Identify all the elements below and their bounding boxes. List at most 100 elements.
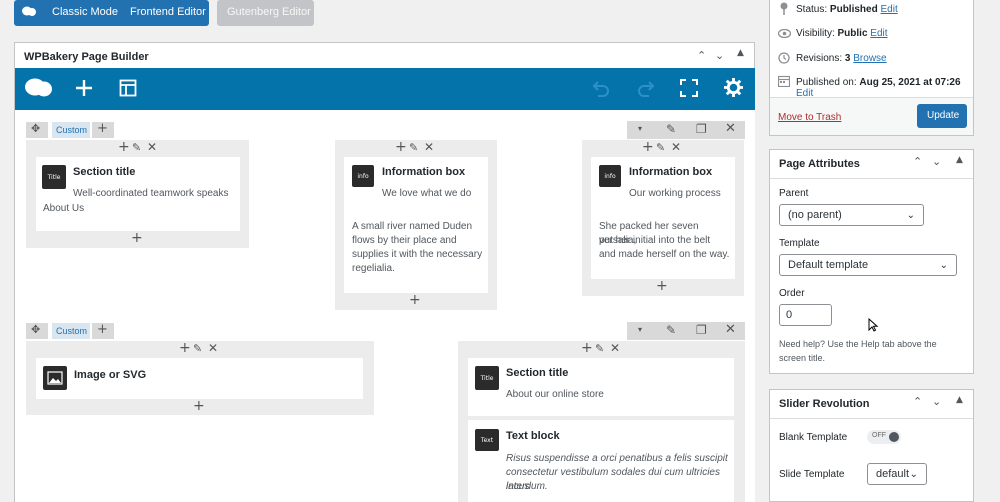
undo-icon[interactable] — [592, 80, 610, 100]
move-down-icon[interactable]: ⌄ — [715, 49, 724, 62]
templates-icon[interactable] — [119, 79, 137, 100]
element-text-line: About Us — [43, 203, 85, 214]
edit-column-pencil-icon[interactable]: ✎ — [132, 142, 141, 153]
element-information-box[interactable]: info Information box We love what we do … — [344, 157, 488, 293]
row-move-handle[interactable]: ✥ — [26, 323, 48, 339]
blank-template-label: Blank Template — [779, 432, 848, 443]
custom-label: Custom — [56, 326, 88, 336]
delete-column-close-icon[interactable]: ✕ — [147, 141, 157, 153]
element-text-line: flows by their place and — [352, 235, 457, 246]
calendar-icon — [777, 75, 791, 90]
help-text: Need help? Use the Help tab above the — [779, 339, 937, 349]
add-element-plus-icon[interactable]: + — [395, 140, 407, 154]
row-move-handle[interactable]: ✥ — [26, 122, 48, 138]
row-collapse-button[interactable]: ▾ — [627, 121, 657, 139]
delete-column-close-icon[interactable]: ✕ — [208, 342, 218, 354]
status-label: Status: Published Edit — [796, 4, 898, 15]
update-button[interactable]: Update — [917, 104, 967, 128]
add-element-plus-icon[interactable]: + — [118, 140, 130, 154]
move-to-trash-link[interactable]: Move to Trash — [778, 112, 841, 123]
add-column-button[interactable]: + — [92, 323, 114, 339]
element-information-box[interactable]: info Information box Our working process… — [591, 157, 735, 279]
info-box-icon: info — [599, 165, 621, 187]
row-delete-button[interactable]: ✕ — [716, 121, 745, 139]
blank-template-toggle[interactable]: OFF — [867, 430, 901, 444]
toggle-panel-icon[interactable]: ▲ — [956, 395, 963, 405]
element-section-title[interactable]: Title Section title About our online sto… — [468, 358, 734, 416]
add-element-plus-icon[interactable]: + — [179, 341, 191, 355]
element-text-block[interactable]: Text Text block Risus suspendisse a orci… — [468, 420, 734, 502]
element-subtitle: We love what we do — [382, 188, 472, 199]
slide-template-select[interactable]: default ⌄ — [867, 463, 927, 485]
toggle-panel-icon[interactable]: ▲ — [956, 155, 963, 165]
element-text-line: Risus suspendisse a orci penatibus a fel… — [506, 453, 728, 464]
frontend-editor-label[interactable]: Frontend Editor — [130, 6, 206, 18]
plus-icon: + — [97, 322, 108, 337]
row-layout-custom[interactable]: Custom — [52, 323, 90, 339]
wpbakery-logo-icon — [22, 6, 36, 16]
clone-icon: ❐ — [696, 323, 707, 337]
custom-label: Custom — [56, 125, 88, 135]
edit-column-pencil-icon[interactable]: ✎ — [595, 343, 604, 354]
element-subtitle: About our online store — [506, 389, 604, 400]
edit-column-pencil-icon[interactable]: ✎ — [409, 142, 418, 153]
revisions-browse-link[interactable]: Browse — [853, 53, 886, 64]
column: + ✎ ✕ Image or SVG + — [26, 341, 374, 415]
add-element-icon[interactable] — [75, 79, 93, 100]
delete-column-close-icon[interactable]: ✕ — [424, 141, 434, 153]
add-element-plus-icon[interactable]: + — [581, 341, 593, 355]
order-input[interactable] — [779, 304, 832, 326]
element-text-line: and made herself on the way. — [599, 249, 730, 260]
move-up-icon[interactable]: ⌃ — [913, 395, 922, 408]
settings-gear-icon[interactable] — [724, 78, 743, 100]
move-up-icon[interactable]: ⌃ — [697, 49, 706, 62]
toggle-panel-icon[interactable]: ▲ — [737, 48, 744, 58]
edit-column-pencil-icon[interactable]: ✎ — [193, 343, 202, 354]
toggle-knob — [889, 432, 899, 442]
template-select[interactable]: Default template ⌄ — [779, 254, 957, 276]
element-title: Information box — [382, 166, 466, 178]
classic-mode-button[interactable]: Classic Mode Frontend Editor — [14, 0, 209, 26]
element-image-or-svg[interactable]: Image or SVG — [36, 358, 363, 399]
wpbakery-logo-icon[interactable] — [25, 77, 53, 102]
redo-icon[interactable] — [637, 80, 655, 100]
parent-label: Parent — [779, 188, 809, 199]
row-edit-button[interactable]: ✎ — [657, 322, 687, 340]
move-down-icon[interactable]: ⌄ — [932, 395, 941, 408]
order-label: Order — [779, 288, 805, 299]
row-delete-button[interactable]: ✕ — [716, 322, 745, 340]
add-element-plus-icon[interactable]: + — [131, 231, 143, 245]
move-down-icon[interactable]: ⌄ — [932, 155, 941, 168]
element-section-title[interactable]: Title Section title Well-coordinated tea… — [36, 157, 240, 231]
gutenberg-editor-button[interactable]: Gutenberg Editor — [217, 0, 314, 26]
add-element-plus-icon[interactable]: + — [409, 293, 421, 307]
scrollbar-track[interactable] — [987, 0, 1000, 502]
text-block-icon: Text — [475, 429, 499, 451]
slide-template-label: Slide Template — [779, 469, 845, 480]
add-element-plus-icon[interactable]: + — [642, 140, 654, 154]
fullscreen-icon[interactable] — [680, 79, 698, 100]
row-layout-custom[interactable]: Custom — [52, 122, 90, 138]
gutenberg-editor-label: Gutenberg Editor — [227, 6, 311, 18]
add-column-button[interactable]: + — [92, 122, 114, 138]
delete-column-close-icon[interactable]: ✕ — [671, 141, 681, 153]
column: + ✎ ✕ Title Section title About our onli… — [458, 341, 745, 502]
visibility-edit-link[interactable]: Edit — [870, 28, 887, 39]
status-edit-link[interactable]: Edit — [881, 4, 898, 15]
row-clone-button[interactable]: ❐ — [687, 121, 716, 139]
delete-column-close-icon[interactable]: ✕ — [610, 342, 620, 354]
visibility-label: Visibility: Public Edit — [796, 28, 888, 39]
row-clone-button[interactable]: ❐ — [687, 322, 716, 340]
edit-column-pencil-icon[interactable]: ✎ — [656, 142, 665, 153]
parent-select[interactable]: (no parent) ⌄ — [779, 204, 924, 226]
move-up-icon[interactable]: ⌃ — [913, 155, 922, 168]
row-edit-button[interactable]: ✎ — [657, 121, 687, 139]
add-element-plus-icon[interactable]: + — [656, 279, 668, 293]
clone-icon: ❐ — [696, 122, 707, 136]
eye-icon — [777, 28, 792, 41]
close-icon: ✕ — [725, 322, 736, 337]
row-collapse-button[interactable]: ▾ — [627, 322, 657, 340]
add-element-plus-icon[interactable]: + — [193, 399, 205, 413]
column: + ✎ ✕ info Information box Our working p… — [582, 140, 744, 296]
info-box-icon: info — [352, 165, 374, 187]
